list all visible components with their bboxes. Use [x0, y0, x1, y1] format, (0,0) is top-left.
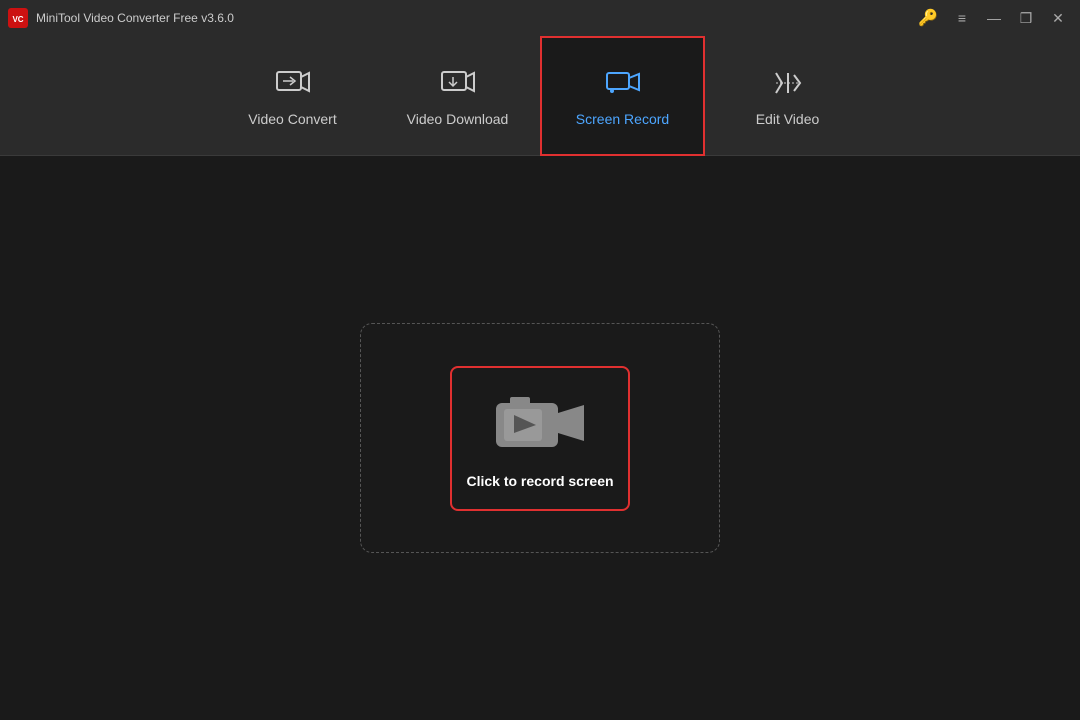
tab-video-convert[interactable]: Video Convert: [210, 36, 375, 156]
screen-record-icon: [605, 65, 641, 101]
minimize-button[interactable]: —: [980, 4, 1008, 32]
video-convert-icon: [275, 65, 311, 101]
title-left: VC MiniTool Video Converter Free v3.6.0: [8, 8, 234, 28]
menu-button[interactable]: ≡: [948, 4, 976, 32]
tab-video-convert-label: Video Convert: [248, 111, 336, 127]
record-button-label: Click to record screen: [466, 473, 613, 489]
tab-video-download-label: Video Download: [407, 111, 509, 127]
camera-icon: [492, 387, 588, 459]
restore-button[interactable]: ❒: [1012, 4, 1040, 32]
title-bar: VC MiniTool Video Converter Free v3.6.0 …: [0, 0, 1080, 36]
camera-svg: [492, 387, 588, 459]
tab-video-download[interactable]: Video Download: [375, 36, 540, 156]
key-icon: 🔑: [918, 8, 938, 28]
record-screen-button[interactable]: Click to record screen: [450, 366, 630, 511]
svg-text:VC: VC: [12, 15, 23, 24]
nav-bar: Video Convert Video Download Screen Reco…: [0, 36, 1080, 156]
dashed-container: Click to record screen: [360, 323, 720, 553]
tab-screen-record[interactable]: Screen Record: [540, 36, 705, 156]
close-button[interactable]: ✕: [1044, 4, 1072, 32]
tab-screen-record-label: Screen Record: [576, 111, 669, 127]
title-controls: 🔑 ≡ — ❒ ✕: [918, 4, 1072, 32]
main-content: Click to record screen: [0, 156, 1080, 720]
edit-video-icon: [770, 65, 806, 101]
tab-edit-video[interactable]: Edit Video: [705, 36, 870, 156]
app-title: MiniTool Video Converter Free v3.6.0: [36, 11, 234, 25]
tab-edit-video-label: Edit Video: [756, 111, 820, 127]
app-logo: VC: [8, 8, 28, 28]
video-download-icon: [440, 65, 476, 101]
